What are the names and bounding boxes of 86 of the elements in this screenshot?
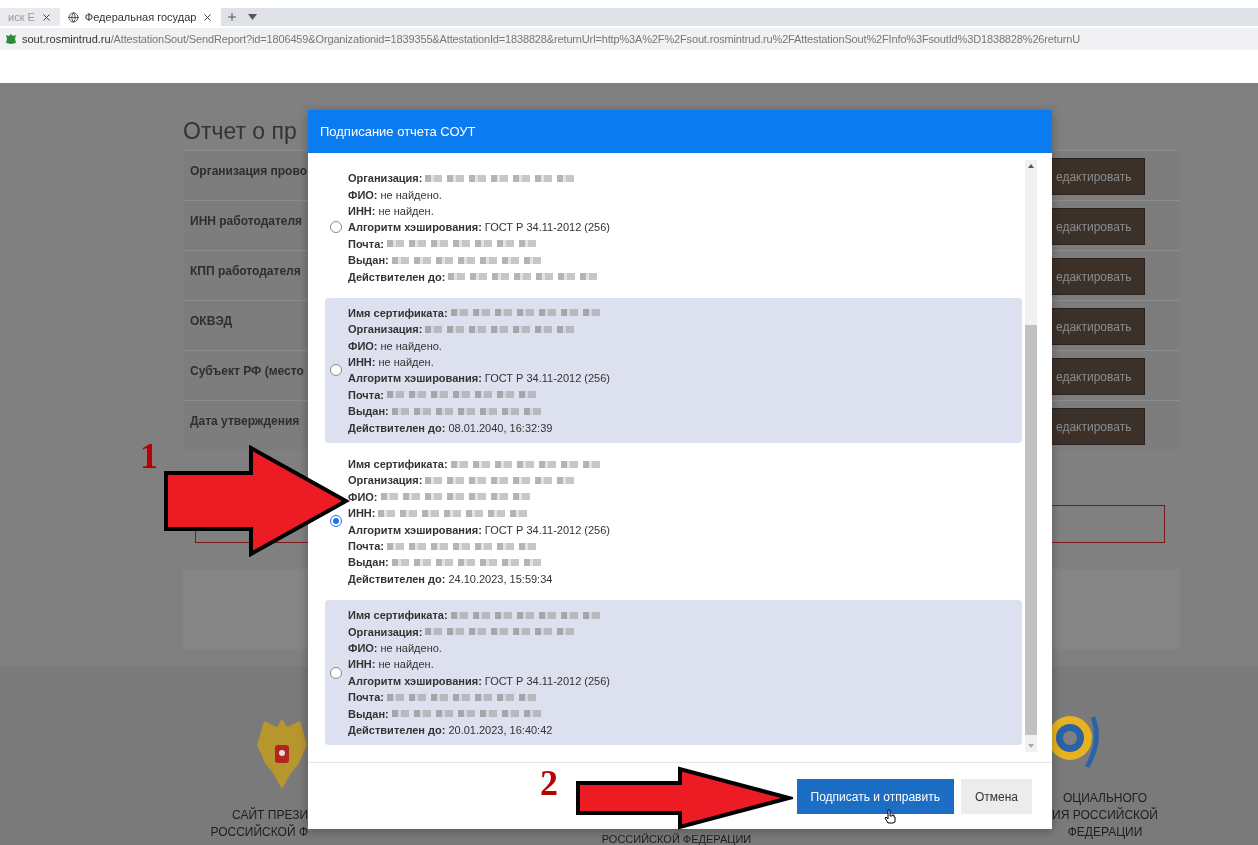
field-value: не найден. bbox=[378, 204, 434, 217]
field-value: не найдено. bbox=[380, 339, 442, 352]
certificate-card[interactable]: Имя сертификата: Организация: ФИО: не найдено. ИНН: не найден. Алгоритм хэширования: ГОСТ Р 34.11-2012 (256) Почта: Выдан: Действителен до: 08.01.2040, 16:32:39 bbox=[325, 297, 1022, 443]
footer-text: РОССИЙСКОЙ ФЕДЕРАЦИИ bbox=[601, 833, 752, 845]
field-value: не найден. bbox=[378, 356, 434, 369]
row-label: Субъект РФ (место bbox=[189, 363, 305, 378]
field-label: Организация: bbox=[348, 474, 423, 487]
field-label: Алгоритм хэширования: bbox=[348, 221, 482, 234]
field-value: 20.01.2023, 16:40:42 bbox=[448, 723, 553, 736]
field-label: Почта: bbox=[348, 388, 384, 401]
row-label: Организация прово bbox=[189, 163, 308, 178]
edit-button[interactable]: едактировать bbox=[1050, 158, 1145, 195]
scrollbar[interactable] bbox=[1025, 160, 1037, 752]
url-host: sout.rosmintrud.ru bbox=[22, 33, 111, 45]
field-label: Выдан: bbox=[348, 707, 389, 720]
field-label: ИНН: bbox=[348, 204, 376, 217]
browser-tab[interactable]: Федеральная государ bbox=[59, 8, 222, 26]
field-label: Имя сертификата: bbox=[348, 609, 448, 622]
edit-button[interactable]: едактировать bbox=[1050, 408, 1145, 445]
field-value: ГОСТ Р 34.11-2012 (256) bbox=[484, 523, 611, 536]
hand-cursor-icon bbox=[884, 809, 896, 824]
edit-button[interactable]: едактировать bbox=[1050, 358, 1145, 395]
field-label: Организация: bbox=[348, 323, 423, 336]
row-label: КПП работодателя bbox=[189, 263, 302, 278]
address-bar[interactable]: sout.rosmintrud.ru/AttestationSout/SendReport?id=1806459&Organizationid=1839355&AttestationId=1838828&returnUrl=http%3A%2F%2Fsout.rosmintrud.ru%2FAttestationSout%2FInfo%3FsoutId%3D1838828%26returnU bbox=[0, 28, 1258, 50]
field-label: Почта: bbox=[348, 540, 384, 552]
field-value: ГОСТ Р 34.11-2012 (256) bbox=[484, 674, 611, 687]
sign-and-send-button[interactable]: Подписать и отправить bbox=[796, 779, 954, 814]
field-label: ФИО: bbox=[348, 188, 378, 201]
field-label: Имя сертификата: bbox=[348, 458, 448, 471]
field-label: Выдан: bbox=[348, 556, 389, 569]
footer-text: ОЦИАЛЬНОГО bbox=[1063, 790, 1147, 807]
new-tab-icon[interactable] bbox=[226, 11, 239, 23]
field-label: ФИО: bbox=[348, 641, 378, 654]
footer-text: ФЕДЕРАЦИИ bbox=[1067, 824, 1143, 841]
edit-button[interactable]: едактировать bbox=[1050, 308, 1145, 345]
field-value: ГОСТ Р 34.11-2012 (256) bbox=[484, 372, 611, 385]
field-value: 08.01.2040, 16:32:39 bbox=[448, 421, 553, 434]
field-label: ИНН: bbox=[348, 507, 376, 520]
field-label: Почта: bbox=[348, 691, 384, 704]
certificate-card[interactable]: Имя сертификата: Организация: ФИО: не найдено. ИНН: не найден. Алгоритм хэширования: ГОСТ Р 34.11-2012 (256) Почта: Выдан: Действителен до: 20.01.2023, 16:40:42 bbox=[325, 600, 1022, 746]
field-label: Выдан: bbox=[348, 254, 389, 267]
close-icon[interactable] bbox=[202, 11, 214, 23]
dialog-title: Подписание отчета СОУТ bbox=[308, 110, 1052, 153]
field-label: Алгоритм хэширования: bbox=[348, 372, 482, 385]
radio-button[interactable] bbox=[330, 515, 342, 528]
footer-text: РОССИЙСКОЙ Ф bbox=[210, 824, 308, 841]
page-title: Отчет о пр bbox=[183, 117, 297, 146]
emblem-icon bbox=[5, 33, 17, 45]
field-label: Выдан: bbox=[348, 405, 389, 418]
cancel-button[interactable]: Отмена bbox=[960, 779, 1032, 814]
close-icon[interactable] bbox=[40, 11, 52, 23]
row-label: ОКВЭД bbox=[189, 313, 234, 328]
field-label: ФИО: bbox=[348, 490, 378, 503]
edit-button[interactable]: едактировать bbox=[1050, 208, 1145, 245]
field-label: Алгоритм хэширования: bbox=[348, 523, 482, 536]
field-value: не найден. bbox=[378, 658, 434, 671]
edit-button[interactable]: едактировать bbox=[1050, 258, 1145, 295]
field-value: не найдено. bbox=[380, 641, 442, 654]
step-number: 2 bbox=[540, 765, 558, 801]
row-label: Дата утверждения bbox=[189, 413, 301, 428]
field-label: Организация: bbox=[348, 625, 423, 638]
field-value: ГОСТ Р 34.11-2012 (256) bbox=[484, 221, 611, 234]
field-label: Действителен до: bbox=[348, 572, 446, 585]
footer-text: САЙТ ПРЕЗИ bbox=[232, 807, 308, 824]
field-label: Алгоритм хэширования: bbox=[348, 674, 482, 687]
field-label: ИНН: bbox=[348, 356, 376, 369]
radio-button[interactable] bbox=[330, 364, 342, 377]
field-label: Действителен до: bbox=[348, 723, 446, 736]
field-label: ФИО: bbox=[348, 339, 378, 352]
field-value: 24.10.2023, 15:59:34 bbox=[448, 572, 553, 585]
field-label: Организация: bbox=[348, 172, 423, 185]
radio-button[interactable] bbox=[330, 666, 342, 679]
radio-button[interactable] bbox=[330, 221, 342, 234]
field-label: Действителен до: bbox=[348, 421, 446, 434]
step-number: 1 bbox=[140, 438, 158, 474]
footer-text: ИЯ РОССИЙСКОЙ bbox=[1052, 807, 1158, 824]
scrollbar-thumb[interactable] bbox=[1025, 325, 1037, 735]
field-label: Действителен до: bbox=[348, 270, 446, 283]
row-label: ИНН работодателя bbox=[189, 213, 304, 228]
field-value: не найдено. bbox=[380, 188, 442, 201]
field-label: Почта: bbox=[348, 237, 384, 250]
field-label: ИНН: bbox=[348, 658, 376, 671]
url-path: /AttestationSout/SendReport?id=1806459&Organizationid=1839355&AttestationId=1838828&returnUrl=http%3A%2F%2Fsout.rosmintrud.ru%2FAttestationSout%2FInfo%3FsoutId%3D1838828%26returnU bbox=[110, 33, 1080, 45]
globe-icon bbox=[67, 11, 79, 23]
field-label: Имя сертификата: bbox=[348, 306, 448, 319]
